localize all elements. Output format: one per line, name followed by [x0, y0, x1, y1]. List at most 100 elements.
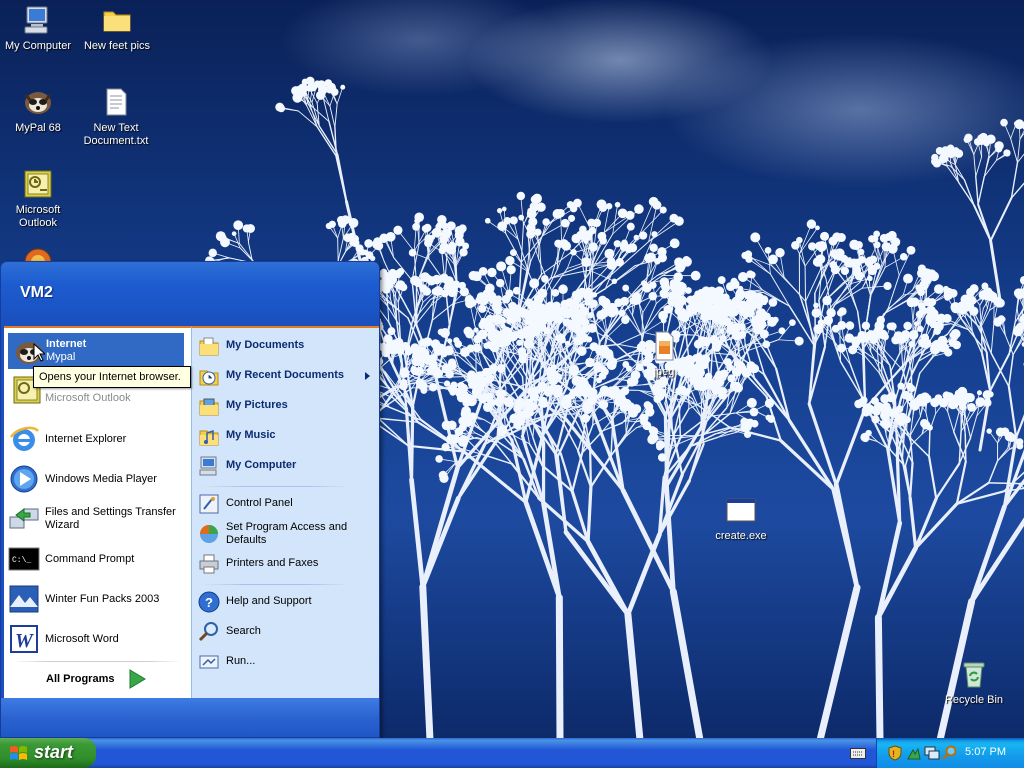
desktop-icon-microsoft-outlook[interactable]: Microsoft Outlook [0, 168, 76, 230]
recent-documents-icon [199, 370, 219, 386]
desktop-icon-partial[interactable] [0, 246, 76, 262]
security-shield-icon[interactable]: ! [887, 745, 903, 761]
tooltip: Opens your Internet browser. [33, 366, 191, 388]
safely-remove-hardware-icon[interactable] [906, 745, 922, 761]
start-item-subtitle: Microsoft Outlook [45, 392, 131, 404]
text-document-icon [106, 88, 127, 116]
start-item-internet-explorer[interactable]: Internet Explorer [3, 420, 185, 458]
place-label: My Music [226, 429, 276, 441]
printer-icon [199, 554, 219, 574]
start-menu-footer [1, 698, 379, 737]
keyboard-language-icon[interactable] [850, 746, 866, 760]
mouse-cursor-icon [33, 343, 45, 362]
start-item-title: Files and Settings Transfer Wizard [45, 506, 176, 531]
start-item-windows-media-player[interactable]: Windows Media Player [3, 460, 185, 498]
taskbar: start ! 5:07 PM [0, 738, 1024, 768]
place-my-music[interactable]: My Music [195, 422, 375, 450]
clock[interactable]: 5:07 PM [965, 746, 1006, 758]
internet-explorer-icon [9, 426, 39, 451]
all-programs-button[interactable]: All Programs [46, 673, 114, 685]
start-item-command-prompt[interactable]: C:\_ Command Prompt [3, 540, 185, 578]
desktop-icon-label: New Text Document.txt [83, 122, 149, 147]
start-item-title: Microsoft Word [45, 633, 119, 645]
desktop-icon-label: Recycle Bin [944, 694, 1004, 706]
app-icon [24, 248, 52, 262]
start-item-title: Internet [46, 338, 87, 350]
desktop-icon-label: My Computer [4, 40, 72, 52]
desktop-icon-jpeg[interactable]: jpeg [626, 330, 702, 379]
place-label: My Recent Documents [226, 369, 344, 381]
folder-icon [103, 11, 131, 32]
place-label: My Pictures [226, 399, 288, 411]
place-my-computer[interactable]: My Computer [195, 452, 375, 480]
place-help-and-support[interactable]: ? Help and Support [195, 588, 375, 616]
my-pictures-icon [199, 398, 219, 416]
divider [12, 661, 182, 662]
control-panel-icon [199, 494, 219, 514]
mypal-icon [24, 92, 52, 114]
exe-file-icon [726, 498, 756, 522]
desktop-icon-mypal[interactable]: MyPal 68 [0, 86, 76, 135]
recycle-bin-icon [963, 662, 985, 688]
desktop-icon-label: create.exe [715, 530, 767, 542]
desktop-icon-new-feet-pics[interactable]: New feet pics [79, 4, 155, 53]
place-printers-and-faxes[interactable]: Printers and Faxes [195, 550, 375, 578]
place-label: Help and Support [226, 595, 312, 607]
command-prompt-icon: C:\_ [8, 547, 40, 571]
desktop-icon-label: New feet pics [83, 40, 151, 52]
place-my-pictures[interactable]: My Pictures [195, 392, 375, 420]
desktop-icon-label: Microsoft Outlook [15, 204, 61, 229]
all-programs-arrow-icon[interactable] [128, 669, 146, 689]
place-my-recent-documents[interactable]: My Recent Documents [195, 362, 375, 390]
place-my-documents[interactable]: My Documents [195, 332, 375, 360]
my-documents-icon [199, 337, 219, 356]
place-label: My Documents [226, 339, 305, 351]
place-run[interactable]: Run... [195, 648, 375, 676]
start-label: start [34, 742, 74, 762]
desktop-icon-new-text-document[interactable]: New Text Document.txt [78, 86, 154, 148]
place-search[interactable]: Search [195, 618, 375, 646]
place-label: Printers and Faxes [226, 557, 319, 569]
user-name: VM2 [20, 284, 53, 301]
media-player-icon [10, 465, 38, 493]
jpeg-file-icon [655, 331, 674, 361]
program-access-icon [200, 525, 218, 543]
start-menu-header: VM2 [1, 262, 379, 326]
place-label: Search [226, 625, 261, 637]
network-icon[interactable] [924, 745, 940, 761]
outlook-icon [24, 170, 52, 198]
windows-logo-icon [10, 746, 27, 760]
transfer-wizard-icon [9, 508, 39, 529]
my-music-icon [199, 429, 219, 446]
desktop-icon-create-exe[interactable]: create.exe [703, 494, 779, 543]
desktop-icon-my-computer[interactable]: My Computer [0, 4, 76, 53]
search-tray-icon[interactable] [942, 745, 958, 761]
desktop-icon-label: jpeg [653, 366, 675, 378]
divider [200, 584, 350, 585]
place-control-panel[interactable]: Control Panel [195, 490, 375, 518]
place-label: Control Panel [226, 497, 293, 509]
start-item-title: Internet Explorer [45, 433, 127, 445]
start-item-microsoft-word[interactable]: W Microsoft Word [3, 620, 185, 658]
place-label: My Computer [226, 459, 297, 471]
system-tray: ! 5:07 PM [876, 738, 1024, 768]
start-item-files-settings-transfer-wizard[interactable]: Files and Settings Transfer Wizard [3, 500, 185, 538]
winter-fun-icon [9, 585, 39, 613]
run-icon [199, 655, 219, 669]
start-item-title: Command Prompt [45, 553, 135, 565]
my-computer-icon [24, 6, 48, 34]
desktop-icon-recycle-bin[interactable]: Recycle Bin [936, 658, 1012, 707]
start-item-winter-fun-packs[interactable]: Winter Fun Packs 2003 [3, 580, 185, 618]
desktop-icon-label: MyPal 68 [15, 122, 61, 134]
start-button[interactable]: start [0, 738, 96, 768]
word-icon: W [10, 625, 38, 653]
divider [200, 486, 350, 487]
help-icon: ? [198, 591, 220, 613]
start-item-subtitle: Mypal [46, 351, 76, 363]
place-set-program-access[interactable]: Set Program Access and Defaults [195, 518, 375, 550]
start-item-title: Winter Fun Packs 2003 [45, 593, 160, 605]
submenu-arrow-icon [365, 372, 370, 380]
search-icon [198, 622, 218, 642]
place-label: Run... [226, 655, 256, 667]
my-computer-icon [199, 456, 217, 476]
